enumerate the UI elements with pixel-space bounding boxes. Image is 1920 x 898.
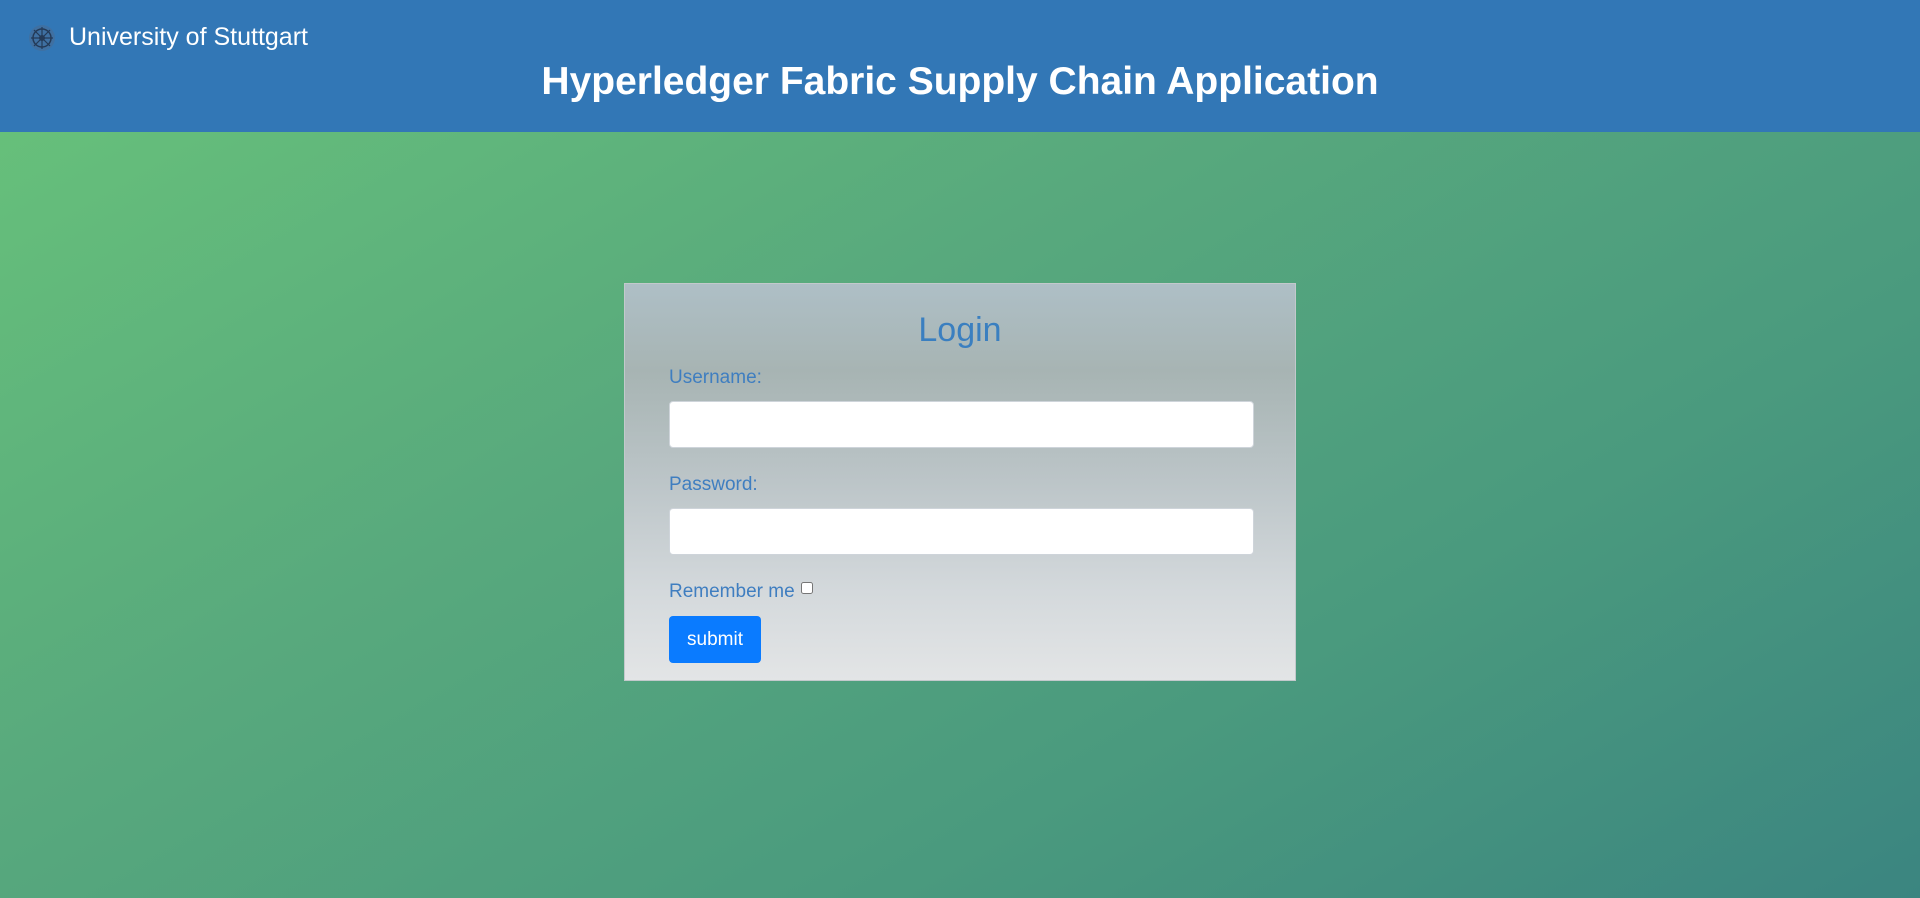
username-input[interactable]: [669, 401, 1254, 448]
username-label: Username:: [669, 367, 762, 388]
app-title: Hyperledger Fabric Supply Chain Applicat…: [541, 60, 1379, 103]
brand-link[interactable]: University of Stuttgart: [28, 23, 308, 52]
top-header: University of Stuttgart Hyperledger Fabr…: [0, 0, 1920, 132]
remember-me-row: Remember me: [669, 580, 813, 604]
login-title: Login: [918, 311, 1002, 349]
submit-button[interactable]: submit: [669, 616, 761, 663]
brand-label: University of Stuttgart: [69, 23, 308, 51]
login-form: Login Username: Password: Remember me su…: [624, 283, 1296, 681]
university-seal-icon: [28, 24, 56, 52]
remember-me-label: Remember me: [669, 581, 795, 602]
password-input[interactable]: [669, 508, 1254, 555]
remember-me-checkbox[interactable]: [800, 582, 813, 594]
password-label: Password:: [669, 474, 758, 495]
